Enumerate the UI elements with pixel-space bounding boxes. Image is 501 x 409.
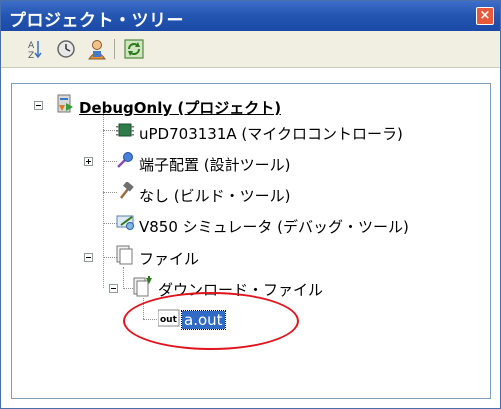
debug-tool-label: V850 シミュレータ (デバッグ・ツール) xyxy=(139,218,409,236)
toolbar: A Z xyxy=(1,31,500,68)
clock-icon[interactable] xyxy=(55,38,77,60)
build-tool-label: なし (ビルド・ツール) xyxy=(139,187,291,205)
file-folder-collapse-toggle[interactable] xyxy=(84,253,93,262)
download-folder-icon xyxy=(132,276,152,297)
project-root-label: DebugOnly (プロジェクト) xyxy=(79,99,282,117)
files-label: ファイル xyxy=(139,250,200,268)
tree-connector xyxy=(103,192,117,194)
hammer-icon xyxy=(116,181,134,200)
svg-text:Z: Z xyxy=(28,51,34,60)
simulator-icon xyxy=(116,213,134,231)
pin-config-label: 端子配置 (設計ツール) xyxy=(139,156,291,174)
title-bar[interactable]: プロジェクト・ツリー × xyxy=(1,1,500,31)
folder-icon xyxy=(114,245,133,265)
pin-config-icon xyxy=(116,151,134,169)
close-button[interactable]: × xyxy=(476,7,494,25)
download-folder-collapse-toggle[interactable] xyxy=(109,284,118,293)
svg-text:A: A xyxy=(28,41,35,51)
project-icon xyxy=(56,94,74,113)
annotation-ellipse xyxy=(123,292,299,350)
tree-connector xyxy=(103,130,117,132)
tree-connector xyxy=(103,223,117,225)
pin-config-expand-toggle[interactable] xyxy=(84,157,93,166)
toolbar-separator xyxy=(114,39,115,59)
root-collapse-toggle[interactable] xyxy=(34,101,43,110)
tree-connector xyxy=(103,161,117,163)
person-icon[interactable] xyxy=(86,38,108,60)
microcontroller-icon xyxy=(116,121,134,139)
tree-connector xyxy=(103,113,105,288)
microcontroller-label: uPD703131A (マイクロコントローラ) xyxy=(139,125,403,143)
refresh-icon[interactable] xyxy=(123,38,145,60)
sort-az-icon[interactable]: A Z xyxy=(23,38,45,61)
tree-connector xyxy=(123,267,125,287)
panel-title: プロジェクト・ツリー xyxy=(9,11,184,31)
project-tree-panel: プロジェクト・ツリー × A Z DebugOnly (プロジェクト) uPD7… xyxy=(0,0,501,409)
